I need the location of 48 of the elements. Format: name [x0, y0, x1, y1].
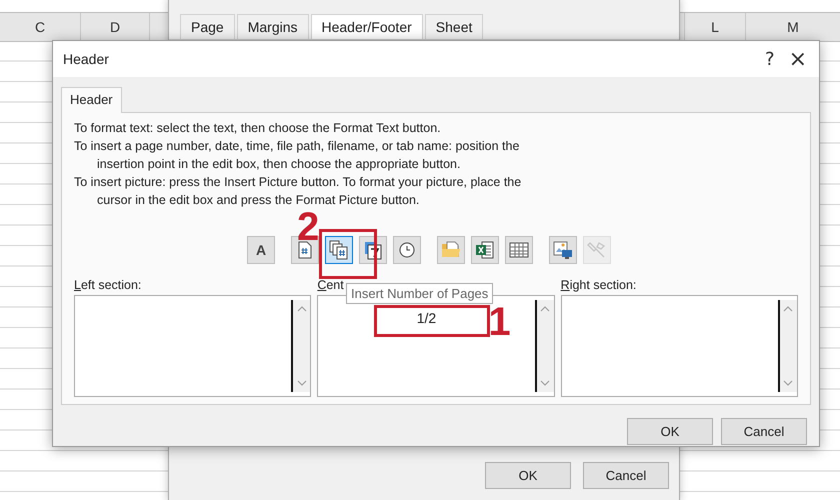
scroll-up-icon: [296, 306, 307, 312]
scroll-up-icon: [783, 306, 794, 312]
instruction-text: To insert a page number, date, time, file path, filename, or tab name: position the insertion point in the edit box, then choose the appropriate button.: [74, 138, 520, 173]
picture-icon: [553, 240, 573, 260]
tab[interactable]: Page: [180, 14, 235, 39]
tools-icon: [587, 240, 607, 260]
step-number: 1: [488, 302, 511, 342]
scroll-down-icon: [540, 380, 550, 386]
tooltip: Insert Number of Pages: [346, 283, 494, 304]
dialog-button[interactable]: OK: [485, 462, 571, 489]
instruction-text: To format text: select the text, then choose the Format Text button.: [74, 120, 442, 137]
clock-icon: [398, 241, 416, 259]
dialog-button[interactable]: Cancel: [583, 462, 669, 489]
highlight-frame: [319, 229, 377, 279]
column-header[interactable]: M: [746, 13, 840, 41]
section-label: Cent: [317, 278, 344, 294]
format-text-button[interactable]: A: [247, 236, 275, 264]
toolbar-button[interactable]: [393, 236, 421, 264]
grid-icon: [509, 241, 529, 259]
tab[interactable]: Header: [61, 87, 122, 113]
tab[interactable]: Sheet: [424, 14, 484, 39]
calendar-icon: [363, 240, 383, 260]
page-icon: [297, 241, 313, 259]
instruction-text: To insert picture: press the Insert Picture button. To format your picture, place the cursor in the edit box and press the Format Picture button.: [74, 174, 522, 209]
dialog-button[interactable]: Cancel: [721, 418, 807, 445]
scroll-down-icon: [296, 380, 307, 386]
scrollbar[interactable]: [291, 300, 310, 392]
pages-icon: [329, 240, 349, 260]
section-label: Left section:: [74, 278, 142, 294]
scroll-up-icon: [540, 306, 550, 312]
step-number: 2: [297, 207, 320, 247]
scrollbar[interactable]: [778, 300, 797, 392]
toolbar-button[interactable]: [505, 236, 533, 264]
tab[interactable]: Margins: [236, 14, 308, 39]
toolbar-button[interactable]: [549, 236, 577, 264]
dialog-button[interactable]: OK: [627, 418, 713, 445]
folder-icon: [441, 241, 461, 259]
scrollbar[interactable]: [534, 300, 554, 392]
scroll-down-icon: [783, 380, 794, 386]
toolbar-button[interactable]: [325, 236, 353, 264]
section-label: Right section:: [560, 278, 636, 294]
window-title: Header: [63, 51, 109, 67]
field-value: 1/2: [416, 310, 436, 326]
spreadsheet-icon: [475, 240, 495, 260]
toolbar-button[interactable]: [471, 236, 499, 264]
close-button[interactable]: ×: [784, 46, 811, 72]
help-button[interactable]: ?: [761, 46, 779, 72]
tab[interactable]: Header/Footer: [310, 14, 423, 39]
